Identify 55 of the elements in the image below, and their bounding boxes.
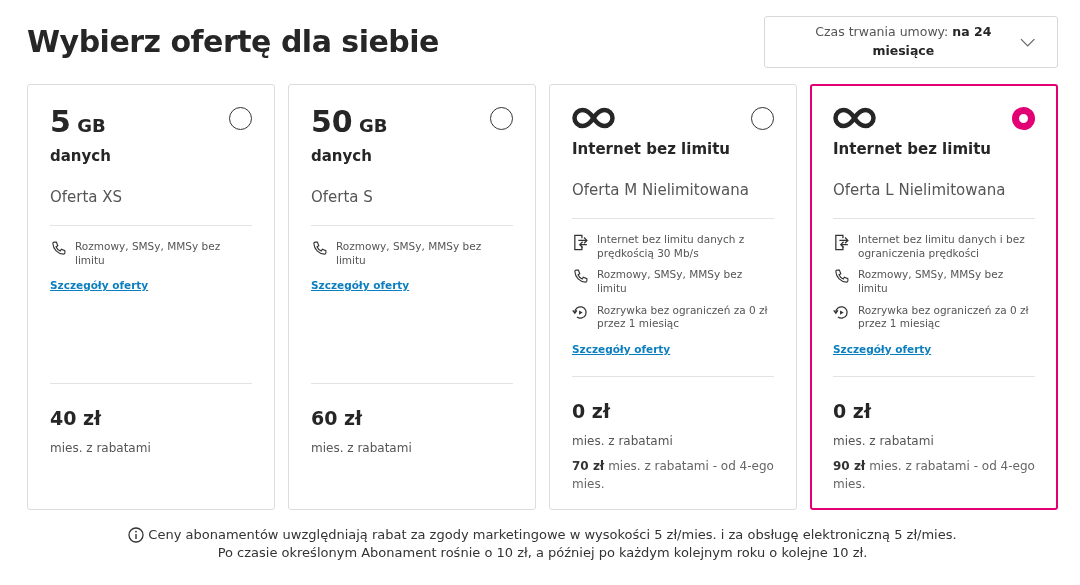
feature-text: Rozmowy, SMSy, MMSy bez limitu: [75, 240, 222, 268]
price: 40 zł: [50, 406, 103, 431]
offer-card[interactable]: 5 GB danych Oferta XS Rozmowy, SMSy, MMSy bez limitu Szczegóły oferty 40 zł mies. z rabatami: [27, 84, 275, 510]
phone-icon: [311, 240, 328, 257]
offer-card[interactable]: [810, 84, 1058, 510]
offer-details-link[interactable]: Szczegóły oferty: [833, 342, 932, 355]
price-note: mies. z rabatami: [311, 439, 413, 457]
offer-subtitle: Internet bez limitu: [572, 139, 731, 160]
offer-details-link[interactable]: Szczegóły oferty: [311, 279, 410, 292]
radio-button[interactable]: [490, 107, 513, 130]
chevron-down-icon: [1019, 37, 1035, 47]
phone-icon: [833, 268, 850, 286]
feature-text: Rozrywka bez ograniczeń za 0 zł przez 1 miesiąc: [858, 303, 1030, 331]
offer-card[interactable]: 50 GB danych Oferta S Rozmowy, SMSy, MMSy bez limitu Szczegóły oferty 60 zł mies. z rabatami: [288, 84, 536, 510]
replay-icon: [833, 303, 850, 321]
offer-subtitle: danych: [311, 146, 373, 167]
phone-icon: [50, 240, 67, 257]
feature-text: Rozmowy, SMSy, MMSy bez limitu: [336, 240, 483, 268]
radio-button[interactable]: [229, 107, 252, 130]
offer-details-link[interactable]: Szczegóły oferty: [50, 279, 149, 292]
footnote-text: Ceny abonamentów uwzględniają rabat za zgody marketingowe w wysokości 5 zł/mies. i za obsługę elektroniczną 5 zł/mies.: [148, 526, 957, 544]
price: 0 zł: [833, 399, 873, 424]
later-price: 90 zł mies. z rabatami - od 4-ego mies.: [833, 457, 1035, 494]
feature-text: Rozrywka bez ograniczeń za 0 zł przez 1 miesiąc: [597, 303, 769, 331]
infinity-icon: [572, 107, 615, 129]
offer-name: Oferta M Nielimitowana: [572, 179, 750, 201]
offer-name: Oferta XS: [50, 186, 124, 208]
infinity-icon: [833, 107, 876, 129]
info-icon: [128, 526, 145, 543]
price: 0 zł: [572, 399, 612, 424]
phone-icon: [572, 268, 589, 286]
price: 60 zł: [311, 406, 364, 431]
feature-text: Internet bez limitu danych i bez ograniczenia prędkości: [858, 233, 1026, 261]
offer-subtitle: Internet bez limitu: [833, 139, 992, 160]
offer-subtitle: danych: [50, 146, 112, 167]
phone-transfer-icon: [572, 233, 589, 252]
footnote-text: Po czasie określonym Abonament rośnie o 10 zł, a później po każdym kolejnym roku o kolejne 10 zł.: [217, 543, 868, 562]
feature-text: Internet bez limitu danych z prędkością 30 Mb/s: [597, 233, 746, 261]
data-amount: 50 GB: [311, 107, 388, 137]
replay-icon: [572, 303, 589, 321]
radio-button[interactable]: [751, 107, 774, 130]
later-price: 70 zł mies. z rabatami - od 4-ego mies.: [572, 457, 774, 494]
offer-name: Oferta L Nielimitowana: [833, 179, 1007, 201]
offer-details-link[interactable]: Szczegóły oferty: [572, 342, 671, 355]
radio-button[interactable]: [1012, 107, 1035, 130]
price-note: mies. z rabatami: [572, 432, 674, 450]
data-amount: 5 GB: [50, 107, 106, 137]
contract-duration-dropdown[interactable]: Czas trwania umowy: na 24 miesiące: [764, 16, 1058, 68]
offer-name: Oferta S: [311, 186, 374, 208]
feature-text: Rozmowy, SMSy, MMSy bez limitu: [858, 268, 1005, 296]
feature-text: Rozmowy, SMSy, MMSy bez limitu: [597, 268, 744, 296]
phone-transfer-icon: [833, 233, 850, 252]
price-note: mies. z rabatami: [833, 432, 935, 450]
price-note: mies. z rabatami: [50, 439, 152, 457]
page-title: Wybierz ofertę dla siebie: [27, 24, 439, 60]
